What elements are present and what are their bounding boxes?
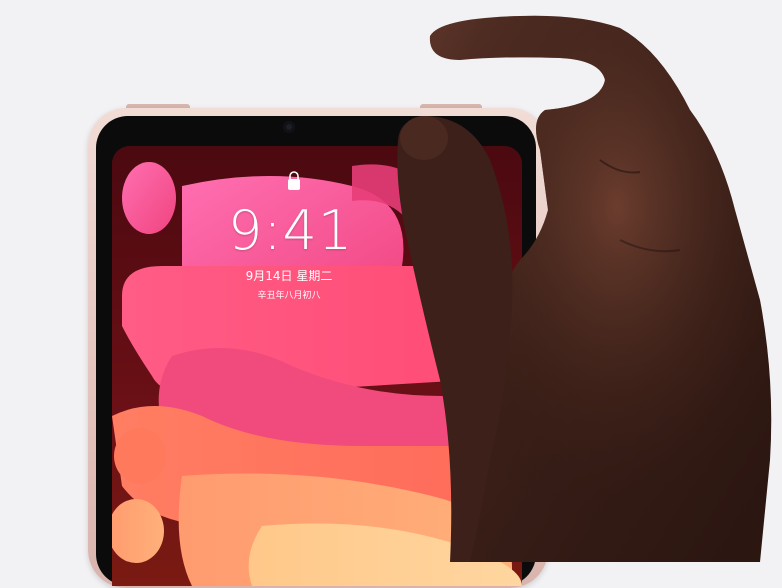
lock-screen-date: 9月14日 星期二 <box>245 269 333 283</box>
lock-icon <box>288 171 300 190</box>
front-camera <box>283 121 295 133</box>
lock-screen-time: 9:41 <box>228 199 354 262</box>
lock-screen-lunar-date: 辛丑年八月初八 <box>257 291 321 301</box>
wallpaper-blob <box>114 428 166 484</box>
photo-scene: 9:41 9月14日 星期二 辛丑年八月初八 <box>0 0 782 588</box>
wallpaper-blob <box>122 162 176 234</box>
